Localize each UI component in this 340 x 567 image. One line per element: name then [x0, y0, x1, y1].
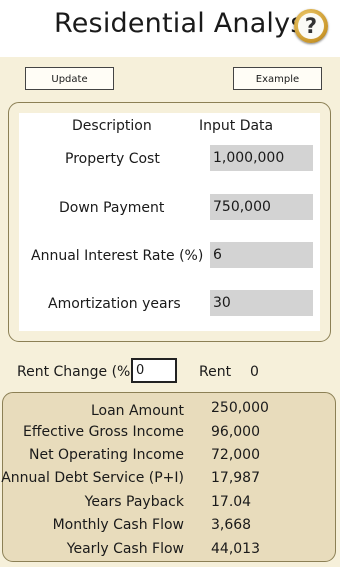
property-cost-label: Property Cost — [65, 151, 160, 167]
loan-amount-label: Loan Amount — [90, 403, 184, 419]
interest-rate-label: Annual Interest Rate (%) — [31, 248, 204, 264]
input-data-header: Input Data — [199, 118, 274, 134]
net-operating-income-label: Net Operating Income — [29, 447, 184, 463]
help-icon-glyph: ? — [298, 13, 324, 39]
example-button[interactable]: Example — [233, 67, 322, 90]
page-title: Residential Analysis — [54, 8, 327, 39]
annual-debt-service-value: 17,987 — [211, 470, 260, 486]
amortization-years-field[interactable]: 30 — [210, 290, 313, 316]
down-payment-field[interactable]: 750,000 — [210, 194, 313, 220]
description-header: Description — [72, 118, 152, 134]
rent-change-input[interactable]: 0 — [131, 358, 177, 383]
years-payback-label: Years Payback — [84, 494, 184, 510]
update-button[interactable]: Update — [25, 67, 114, 90]
property-cost-field[interactable]: 1,000,000 — [210, 145, 313, 171]
app-header: Residential Analysis ? — [0, 0, 340, 57]
interest-rate-field[interactable]: 6 — [210, 242, 313, 268]
effective-gross-income-value: 96,000 — [211, 424, 260, 440]
annual-debt-service-label: Annual Debt Service (P+I) — [1, 470, 184, 486]
years-payback-value: 17.04 — [211, 494, 252, 510]
monthly-cash-flow-label: Monthly Cash Flow — [52, 517, 184, 533]
rent-value: 0 — [250, 364, 259, 380]
rent-change-label: Rent Change (%) — [17, 364, 136, 380]
loan-amount-value: 250,000 — [211, 400, 269, 416]
yearly-cash-flow-value: 44,013 — [211, 541, 260, 557]
down-payment-label: Down Payment — [59, 200, 165, 216]
net-operating-income-value: 72,000 — [211, 447, 260, 463]
rent-label: Rent — [199, 364, 232, 380]
help-icon[interactable]: ? — [294, 9, 328, 43]
effective-gross-income-label: Effective Gross Income — [23, 424, 184, 440]
monthly-cash-flow-value: 3,668 — [211, 517, 252, 533]
amortization-years-label: Amortization years — [48, 296, 181, 312]
yearly-cash-flow-label: Yearly Cash Flow — [66, 541, 184, 557]
